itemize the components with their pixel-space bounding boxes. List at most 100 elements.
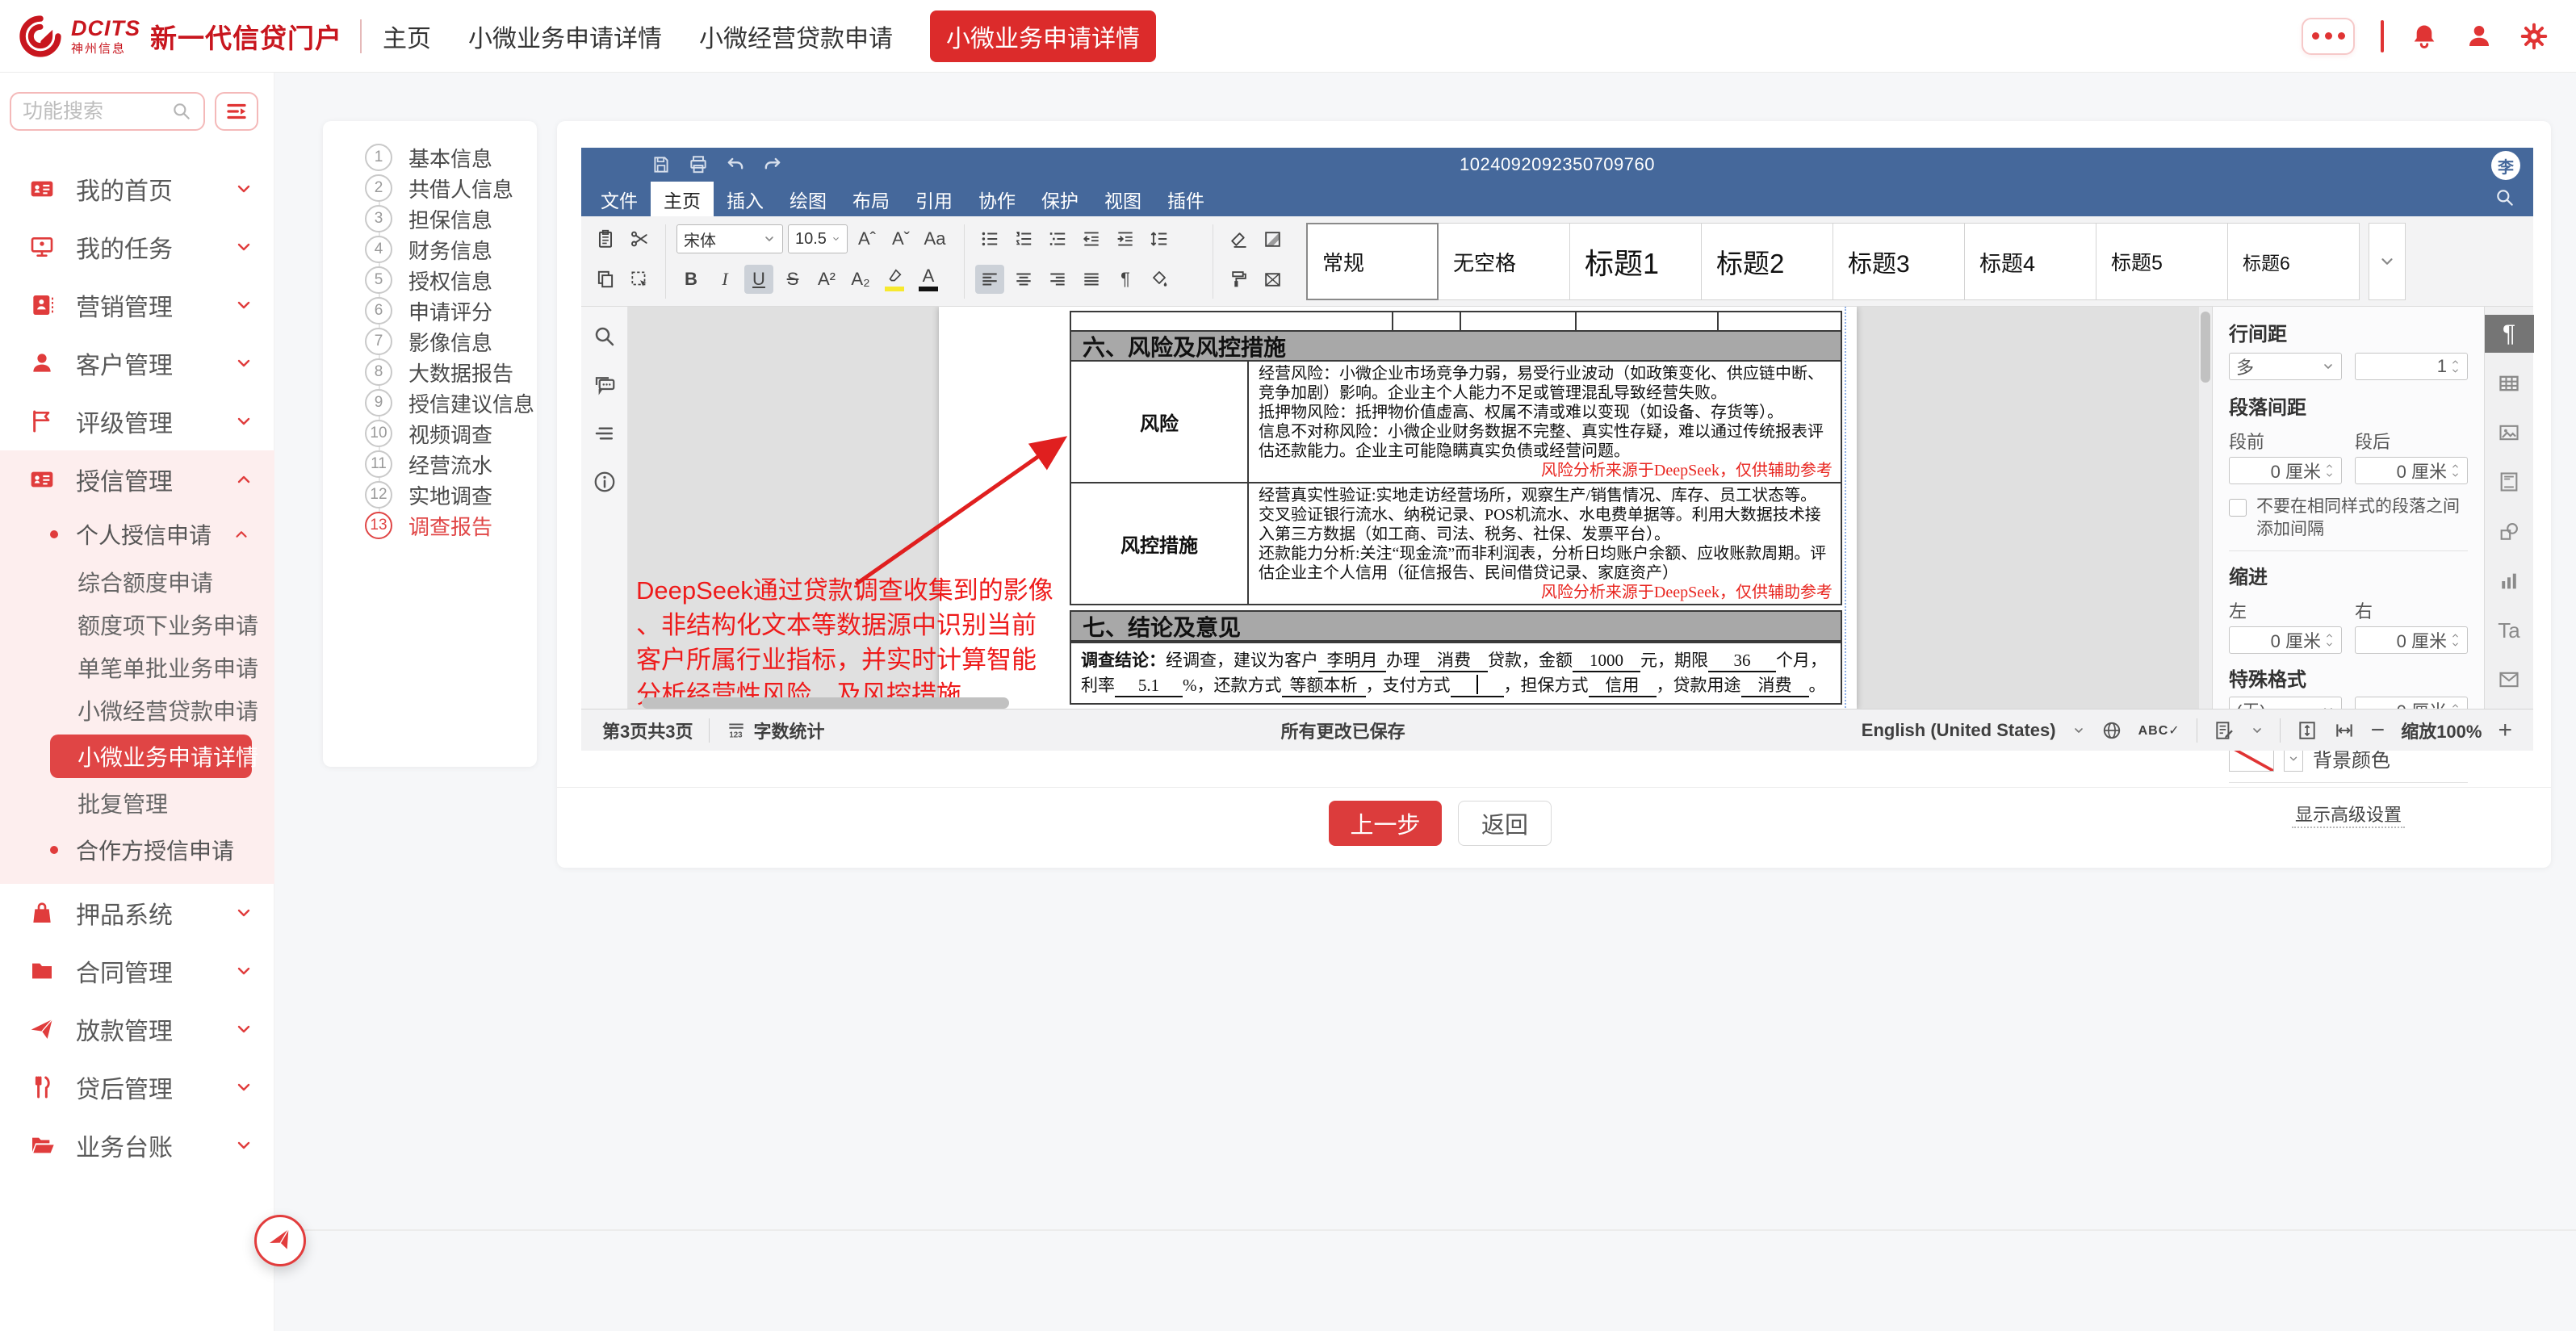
wizard-step[interactable]: 13 调查报告 bbox=[344, 510, 534, 541]
zoom-in-button[interactable]: + bbox=[2498, 717, 2512, 744]
change-case-button[interactable]: Aa bbox=[920, 224, 949, 253]
editor-menu-tab[interactable]: 插件 bbox=[1154, 182, 1217, 216]
language-globe-icon[interactable] bbox=[2101, 720, 2122, 741]
multilevel-list-button[interactable] bbox=[1043, 224, 1072, 253]
editor-menu-tab[interactable]: 保护 bbox=[1028, 182, 1091, 216]
cut-button[interactable] bbox=[625, 224, 654, 253]
editor-side-tool-icon[interactable] bbox=[593, 324, 617, 349]
editor-menu-tab[interactable]: 引用 bbox=[903, 182, 965, 216]
sidebar-subitem[interactable]: 批复管理 bbox=[0, 781, 274, 824]
format-painter-button[interactable] bbox=[1224, 265, 1253, 294]
sidebar-item[interactable]: 放款管理 bbox=[0, 1000, 274, 1058]
style-gallery-item[interactable]: 标题3 bbox=[1833, 223, 1965, 300]
paragraph-marks-button[interactable]: ¶ bbox=[1111, 265, 1140, 294]
line-spacing-number[interactable]: 1 bbox=[2355, 353, 2468, 380]
top-tab[interactable]: 主页 bbox=[383, 19, 431, 54]
vertical-scrollbar-thumb[interactable] bbox=[2201, 312, 2210, 383]
settings-gear-icon[interactable] bbox=[2519, 22, 2549, 51]
sidebar-subitem[interactable]: 小微业务申请详情 bbox=[50, 735, 252, 778]
zoom-level[interactable]: 缩放100% bbox=[2401, 718, 2482, 743]
align-center-button[interactable] bbox=[1009, 265, 1038, 294]
collapse-sidebar-float-button[interactable] bbox=[254, 1215, 306, 1266]
style-gallery-item[interactable]: 常规 bbox=[1306, 223, 1439, 300]
wizard-step[interactable]: 3 担保信息 bbox=[344, 203, 534, 234]
style-gallery-item[interactable]: 标题4 bbox=[1964, 223, 2096, 300]
wizard-step[interactable]: 12 实地调查 bbox=[344, 479, 534, 510]
sidebar-item[interactable]: 业务台账 bbox=[0, 1116, 274, 1174]
decrease-indent-button[interactable] bbox=[1077, 224, 1106, 253]
shading-fill-button[interactable] bbox=[1145, 265, 1174, 294]
justify-button[interactable] bbox=[1077, 265, 1106, 294]
borders-button[interactable] bbox=[1258, 265, 1287, 294]
sidebar-item[interactable]: 押品系统 bbox=[0, 884, 274, 942]
right-strip-tool[interactable]: Ta bbox=[2485, 612, 2534, 650]
wizard-step[interactable]: 2 共借人信息 bbox=[344, 173, 534, 203]
shrink-font-button[interactable]: Aˇ bbox=[886, 224, 915, 253]
font-size-select[interactable]: 10.5 bbox=[788, 224, 848, 253]
right-strip-tool[interactable] bbox=[2485, 513, 2534, 550]
editor-menu-tab[interactable]: 绘图 bbox=[777, 182, 840, 216]
align-right-button[interactable] bbox=[1043, 265, 1072, 294]
wizard-step[interactable]: 1 基本信息 bbox=[344, 142, 534, 173]
editor-side-tool-icon[interactable] bbox=[593, 470, 617, 494]
sidebar-item[interactable]: 合同管理 bbox=[0, 942, 274, 1000]
wizard-step[interactable]: 9 授信建议信息 bbox=[344, 387, 534, 418]
paste-button[interactable] bbox=[591, 224, 620, 253]
style-gallery-item[interactable]: 标题2 bbox=[1701, 223, 1833, 300]
editor-side-tool-icon[interactable] bbox=[593, 373, 617, 397]
top-tab[interactable]: 小微经营贷款申请 bbox=[699, 19, 893, 54]
conclusion-paragraph[interactable]: 调查结论：经调查，建议为客户李明月办理消费贷款，金额1000元，期限36个月，利… bbox=[1070, 642, 1842, 705]
copy-button[interactable] bbox=[591, 265, 620, 294]
back-button[interactable]: 返回 bbox=[1458, 801, 1552, 846]
shading-button[interactable] bbox=[1258, 224, 1287, 253]
wizard-step[interactable]: 8 大数据报告 bbox=[344, 357, 534, 387]
previous-step-button[interactable]: 上一步 bbox=[1329, 801, 1442, 846]
increase-indent-button[interactable] bbox=[1111, 224, 1140, 253]
sidebar-item[interactable]: 营销管理 bbox=[0, 276, 274, 334]
subscript-button[interactable]: A₂ bbox=[846, 265, 875, 294]
line-spacing-select[interactable]: 多 bbox=[2229, 353, 2342, 380]
sidebar-subitem[interactable]: 额度项下业务申请 bbox=[0, 603, 274, 646]
strikethrough-button[interactable]: S bbox=[778, 265, 807, 294]
sidebar-subitem[interactable]: 综合额度申请 bbox=[0, 560, 274, 603]
wizard-step[interactable]: 6 申请评分 bbox=[344, 295, 534, 326]
sidebar-subitem[interactable]: 单笔单批业务申请 bbox=[0, 646, 274, 689]
editor-menu-tab[interactable]: 插入 bbox=[714, 182, 777, 216]
show-advanced-settings-link[interactable]: 显示高级设置 bbox=[2292, 801, 2405, 828]
sidebar-item[interactable]: 评级管理 bbox=[0, 392, 274, 450]
same-style-checkbox[interactable] bbox=[2229, 499, 2247, 517]
style-gallery-item[interactable]: 标题1 bbox=[1569, 223, 1702, 300]
spacing-before-input[interactable]: 0 厘米 bbox=[2229, 457, 2342, 484]
wizard-step[interactable]: 5 授权信息 bbox=[344, 265, 534, 295]
underline-button[interactable]: U bbox=[744, 265, 773, 294]
right-strip-tool[interactable] bbox=[2485, 463, 2534, 501]
collapse-menu-button[interactable] bbox=[215, 92, 258, 131]
wizard-step[interactable]: 4 财务信息 bbox=[344, 234, 534, 265]
clear-format-button[interactable] bbox=[1224, 224, 1253, 253]
right-strip-tool[interactable] bbox=[2485, 414, 2534, 452]
sidebar-item[interactable]: 贷后管理 bbox=[0, 1058, 274, 1116]
zoom-out-button[interactable]: − bbox=[2371, 717, 2385, 744]
horizontal-scrollbar-thumb[interactable] bbox=[642, 697, 1009, 709]
style-gallery-item[interactable]: 标题6 bbox=[2227, 223, 2360, 300]
style-gallery-item[interactable]: 标题5 bbox=[2096, 223, 2228, 300]
font-color-button[interactable]: A bbox=[914, 265, 943, 294]
track-changes-icon[interactable] bbox=[2214, 720, 2235, 741]
editor-menu-tab[interactable]: 协作 bbox=[965, 182, 1028, 216]
italic-button[interactable]: I bbox=[710, 265, 739, 294]
more-actions-button[interactable] bbox=[2302, 18, 2355, 55]
top-tab[interactable]: 小微业务申请详情 bbox=[468, 19, 662, 54]
user-profile-icon[interactable] bbox=[2465, 22, 2494, 51]
fit-page-button[interactable] bbox=[2297, 720, 2318, 741]
page-indicator[interactable]: 第3页共3页 bbox=[602, 718, 693, 743]
notifications-bell-icon[interactable] bbox=[2410, 22, 2439, 51]
sidebar-subitem[interactable]: 合作方授信申请 bbox=[0, 824, 274, 876]
bullet-list-button[interactable] bbox=[975, 224, 1004, 253]
align-left-button[interactable] bbox=[975, 265, 1004, 294]
editor-menu-tab[interactable]: 主页 bbox=[651, 182, 714, 216]
sidebar-item[interactable]: 客户管理 bbox=[0, 334, 274, 392]
spellcheck-button[interactable]: ABC✓ bbox=[2138, 722, 2180, 739]
wizard-step[interactable]: 11 经营流水 bbox=[344, 449, 534, 479]
search-input[interactable] bbox=[23, 100, 171, 123]
wizard-step[interactable]: 7 影像信息 bbox=[344, 326, 534, 357]
